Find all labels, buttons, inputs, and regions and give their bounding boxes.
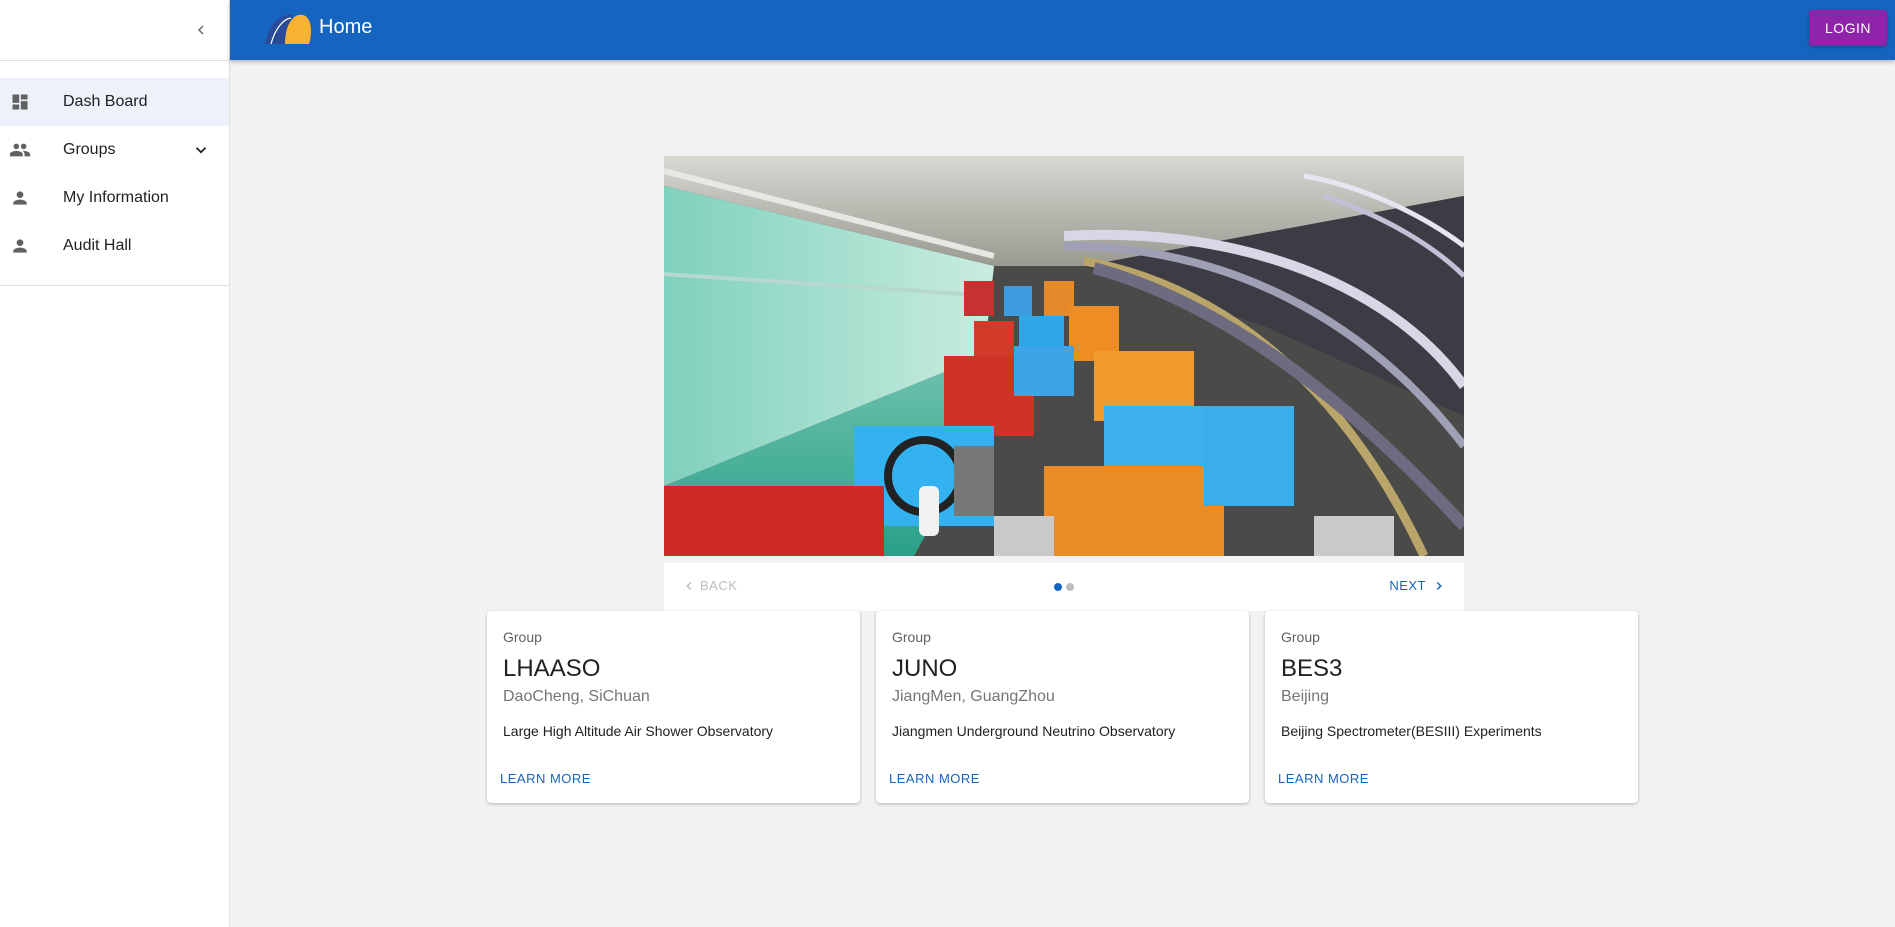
back-button[interactable]: BACK [682,578,737,593]
login-button[interactable]: LOGIN [1809,10,1887,46]
app-bar: Home LOGIN [230,0,1895,60]
card-subtitle: DaoCheng, SiChuan [503,688,650,705]
learn-more-button[interactable]: LEARN MORE [1278,771,1369,786]
sidebar-item-label: Groups [63,141,116,158]
group-card-lhaaso: Group LHAASO DaoCheng, SiChuan Large Hig… [487,611,860,803]
dashboard-icon [8,90,32,114]
sidebar-item-groups[interactable]: Groups [0,126,229,174]
sidebar-item-label: Audit Hall [63,237,132,254]
card-overline: Group [1281,629,1320,645]
collapse-sidebar-button[interactable] [185,14,217,46]
chevron-right-icon [1436,581,1442,590]
group-card-juno: Group JUNO JiangMen, GuangZhou Jiangmen … [876,611,1249,803]
learn-more-button[interactable]: LEARN MORE [500,771,591,786]
step-dots [1054,583,1074,591]
card-description: Large High Altitude Air Shower Observato… [503,723,774,739]
chevron-left-icon [686,581,692,590]
chevron-down-icon[interactable] [189,138,213,162]
group-card-bes3: Group BES3 Beijing Beijing Spectrometer(… [1265,611,1638,803]
sidebar-nav: Dash Board Groups My Information Audit H… [0,61,229,270]
card-title: LHAASO [503,655,601,682]
divider [0,285,229,286]
step-dot[interactable] [1066,583,1074,591]
card-overline: Group [503,629,542,645]
carousel-image [664,156,1464,556]
card-description: Jiangmen Underground Neutrino Observator… [892,723,1176,739]
sidebar: Dash Board Groups My Information Audit H… [0,0,230,927]
sidebar-item-label: My Information [63,189,169,206]
next-label: NEXT [1389,578,1426,593]
sidebar-header [0,0,229,61]
card-subtitle: JiangMen, GuangZhou [892,688,1055,705]
next-button[interactable]: NEXT [1389,578,1446,593]
card-overline: Group [892,629,931,645]
card-title: BES3 [1281,655,1343,682]
person-icon [8,186,32,210]
card-subtitle: Beijing [1281,688,1330,705]
page-title: Home [319,16,373,38]
step-dot[interactable] [1054,583,1062,591]
app-logo [265,14,311,45]
chevron-left-icon [198,25,204,35]
sidebar-item-audit-hall[interactable]: Audit Hall [0,222,229,270]
sidebar-item-dashboard[interactable]: Dash Board [0,78,229,126]
learn-more-button[interactable]: LEARN MORE [889,771,980,786]
person-icon [8,234,32,258]
card-description: Beijing Spectrometer(BESIII) Experiments [1281,723,1542,739]
groups-icon [8,138,32,162]
back-label: BACK [700,578,738,593]
sidebar-item-label: Dash Board [63,93,148,110]
sidebar-item-my-information[interactable]: My Information [0,174,229,222]
card-title: JUNO [892,655,958,682]
carousel-stepper: BACK NEXT [664,563,1464,611]
